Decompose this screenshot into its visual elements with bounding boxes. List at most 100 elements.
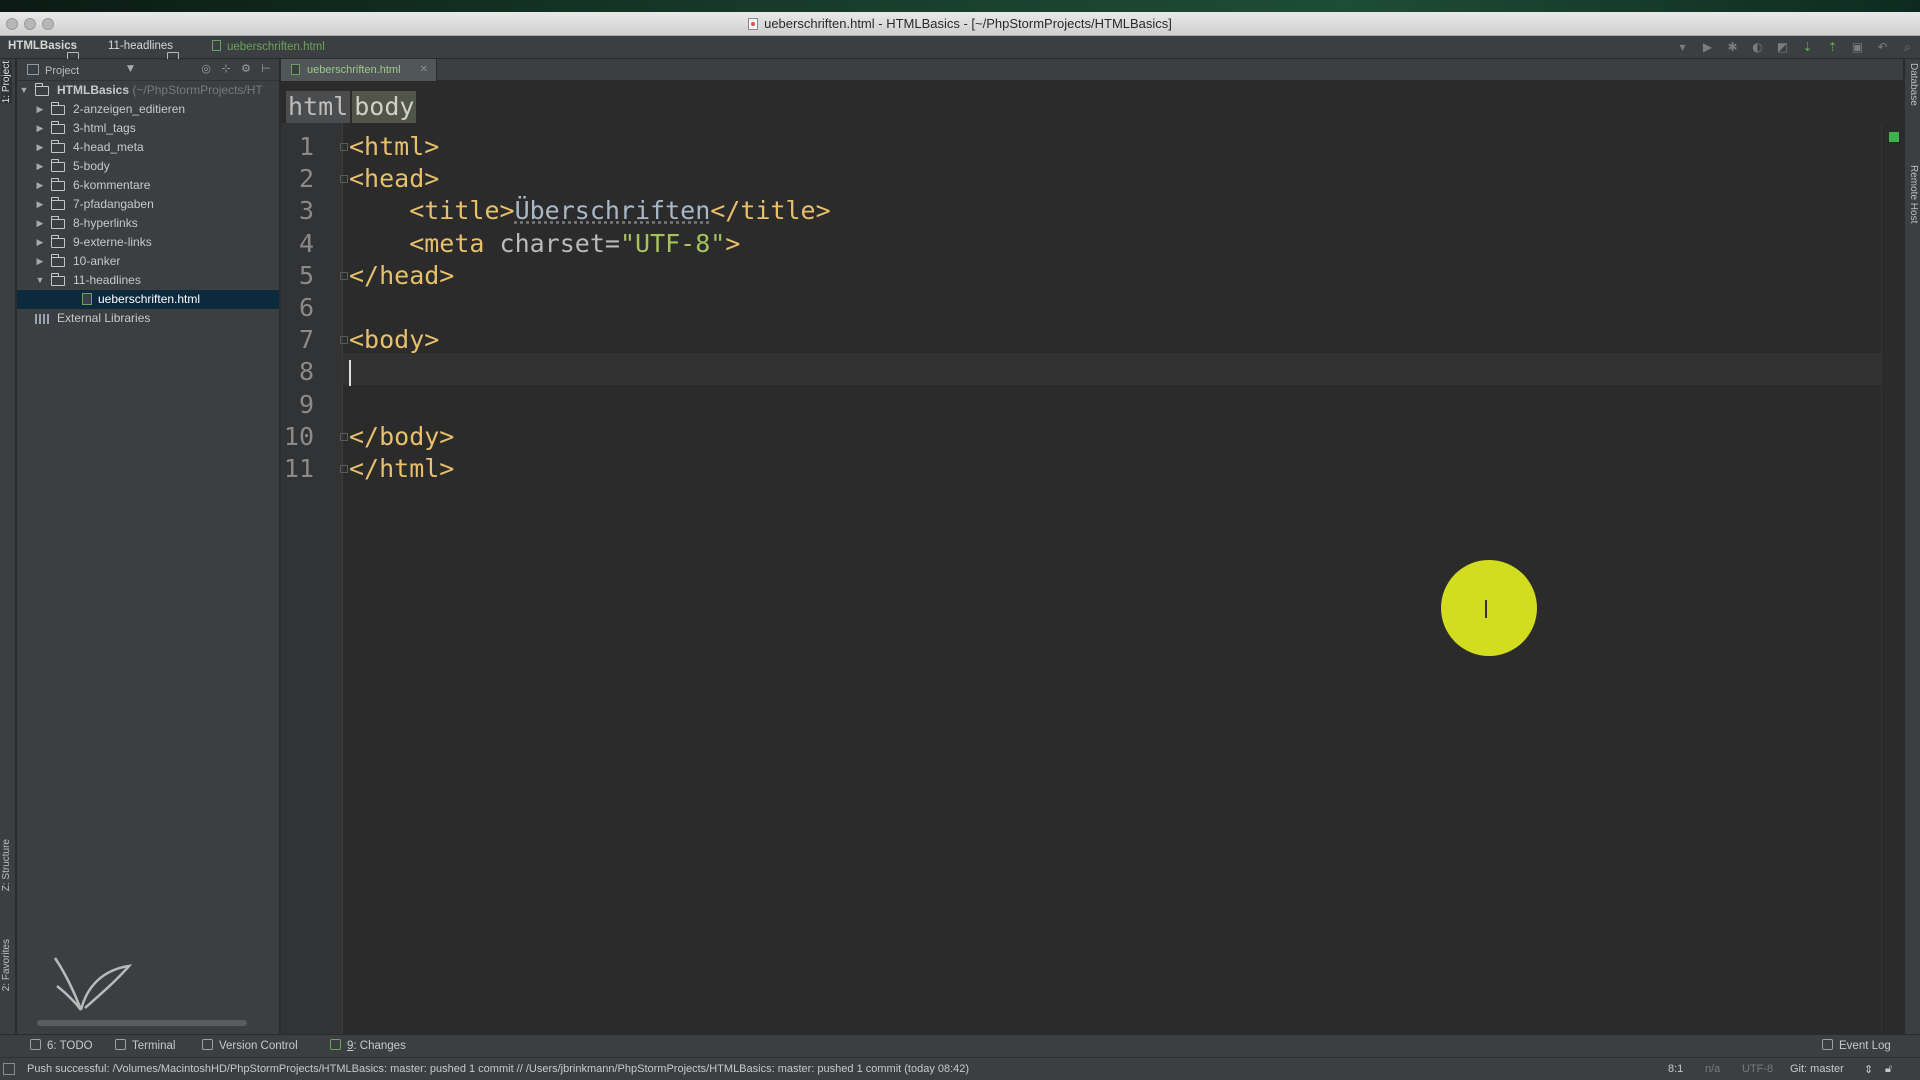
fold-marker-icon[interactable] [340, 143, 348, 151]
code-editor[interactable]: html body 1 <html> 2 <head> 3 <title>Übersch… [281, 82, 1903, 1034]
vcs-history-icon[interactable]: ▣ [1849, 39, 1866, 56]
structure-tool-button[interactable]: Z: Structure [1, 839, 12, 891]
tree-folder-expanded[interactable]: ▼ 11-headlines [17, 271, 279, 290]
branch-switch-icon[interactable]: ⇕ [1864, 1063, 1873, 1076]
tool-windows-toggle-icon[interactable] [3, 1063, 15, 1075]
folder-icon [50, 102, 65, 115]
tree-folder[interactable]: ▶ 5-body [17, 157, 279, 176]
collapsed-arrow-icon[interactable]: ▶ [35, 100, 45, 119]
editor-tab[interactable]: ueberschriften.html ✕ [281, 59, 437, 81]
nav-crumb-project[interactable]: HTMLBasics [8, 40, 79, 61]
chevron-down-icon[interactable]: ▼ [127, 64, 134, 74]
debug-icon[interactable]: ✱ [1724, 39, 1741, 56]
tree-external-libraries[interactable]: External Libraries [17, 309, 279, 328]
project-view-selector[interactable]: Project [27, 64, 79, 77]
code-line[interactable]: 5 </head> [281, 260, 1881, 292]
collapsed-arrow-icon[interactable]: ▶ [35, 195, 45, 214]
tree-file-label: ueberschriften.html [98, 292, 201, 306]
scroll-from-source-icon[interactable]: ◎ [199, 62, 213, 76]
project-tool-button[interactable]: 1: Project [1, 61, 12, 104]
run-config-dropdown-icon[interactable]: ▾ [1674, 39, 1691, 56]
fold-marker-icon[interactable] [340, 175, 348, 184]
code-line[interactable]: 3 <title>Überschriften</title> [281, 195, 1881, 227]
no-errors-indicator[interactable] [1889, 132, 1899, 142]
folder-icon [50, 121, 65, 134]
expanded-arrow-icon[interactable]: ▼ [35, 271, 45, 290]
fold-marker-icon[interactable] [340, 271, 348, 280]
breadcrumb-body[interactable]: body [352, 91, 417, 123]
tree-folder-label: 10-anker [73, 254, 121, 268]
status-message[interactable]: Push successful: /Volumes/MacintoshHD/Ph… [27, 1063, 969, 1075]
code-line[interactable]: 2 <head> [281, 163, 1881, 195]
line-number: 3 [298, 196, 314, 226]
tree-folder[interactable]: ▶ 3-html_tags [17, 119, 279, 138]
folder-icon [50, 159, 65, 172]
code-line[interactable]: 8 [281, 356, 1881, 388]
todo-tool-button[interactable]: 6: TODO [30, 1039, 93, 1052]
version-control-tool-button[interactable]: Version Control [202, 1039, 298, 1052]
tree-folder[interactable]: ▶ 8-hyperlinks [17, 214, 279, 233]
tree-root[interactable]: ▼ HTMLBasics (~/PhpStormProjects/HT [17, 81, 279, 100]
tree-folder[interactable]: ▶ 2-anzeigen_editieren [17, 100, 279, 119]
fold-marker-icon[interactable] [340, 465, 348, 473]
hide-panel-icon[interactable]: ⊢ [259, 62, 273, 76]
lock-icon[interactable]: 🔓︎ [1885, 1063, 1892, 1076]
nav-crumb-project-label: HTMLBasics [8, 40, 78, 52]
run-icon[interactable]: ▶ [1699, 39, 1716, 56]
code-line[interactable]: 1 <html> [281, 131, 1881, 163]
tree-file-selected[interactable]: ueberschriften.html [17, 290, 279, 309]
left-tool-strip: 1: Project Z: Structure 2: Favorites [0, 59, 16, 1034]
event-log-button[interactable]: Event Log [1822, 1039, 1891, 1052]
collapsed-arrow-icon[interactable]: ▶ [35, 176, 45, 195]
collapse-all-icon[interactable]: ⊹ [219, 62, 233, 76]
fold-marker-icon[interactable] [340, 432, 348, 441]
favorites-tool-button[interactable]: 2: Favorites [1, 939, 12, 991]
collapsed-arrow-icon[interactable]: ▶ [35, 233, 45, 252]
vcs-revert-icon[interactable]: ↶ [1874, 39, 1891, 56]
terminal-tool-button[interactable]: Terminal [115, 1039, 175, 1052]
nav-crumb-folder[interactable]: 11-headlines [108, 40, 179, 61]
tree-folder[interactable]: ▶ 6-kommentare [17, 176, 279, 195]
collapsed-arrow-icon[interactable]: ▶ [35, 119, 45, 138]
tree-folder[interactable]: ▶ 9-externe-links [17, 233, 279, 252]
breadcrumb-html[interactable]: html [286, 91, 351, 123]
project-scrollbar[interactable] [37, 1020, 247, 1026]
vcs-update-icon[interactable]: ⇣ [1799, 39, 1816, 56]
php-icon[interactable]: ◩ [1774, 39, 1791, 56]
code-text: <html> [349, 131, 439, 163]
database-tool-button[interactable]: Database [1908, 63, 1919, 106]
close-tab-icon[interactable]: ✕ [420, 59, 428, 81]
tree-folder[interactable]: ▶ 10-anker [17, 252, 279, 271]
changes-tool-button[interactable]: 9: Changes [330, 1039, 406, 1052]
project-panel-header: Project ▼ ◎ ⊹ ⚙ ⊢ [17, 59, 279, 81]
tree-folder-label: 8-hyperlinks [73, 216, 138, 230]
line-number: 7 [298, 325, 314, 355]
search-icon[interactable]: ⌕ [1899, 39, 1916, 56]
tree-root-label: HTMLBasics [57, 83, 130, 97]
code-line[interactable]: 10 </body> [281, 421, 1881, 453]
nav-crumb-file[interactable]: ueberschriften.html [212, 40, 325, 53]
tree-folder[interactable]: ▶ 7-pfadangaben [17, 195, 279, 214]
collapsed-arrow-icon[interactable]: ▶ [35, 214, 45, 233]
remote-host-tool-button[interactable]: Remote Host [1908, 165, 1919, 223]
line-separator-indicator[interactable]: n/a [1705, 1063, 1720, 1075]
coverage-icon[interactable]: ◐ [1749, 39, 1766, 56]
gear-icon[interactable]: ⚙ [239, 62, 253, 76]
collapsed-arrow-icon[interactable]: ▶ [35, 138, 45, 157]
code-line[interactable]: 4 <meta charset="UTF-8"> [281, 228, 1881, 260]
code-line[interactable]: 7 <body> [281, 324, 1881, 356]
code-line[interactable]: 11 </html> [281, 453, 1881, 485]
code-line[interactable]: 9 [281, 389, 1881, 421]
caret-position[interactable]: 8:1 [1668, 1063, 1683, 1075]
file-encoding[interactable]: UTF-8 [1742, 1063, 1773, 1075]
code-line[interactable]: 6 [281, 292, 1881, 324]
fold-marker-icon[interactable] [340, 336, 348, 345]
collapsed-arrow-icon[interactable]: ▶ [35, 157, 45, 176]
code-token: </title> [710, 196, 831, 226]
collapsed-arrow-icon[interactable]: ▶ [35, 252, 45, 271]
todo-label: 6: TODO [47, 1040, 93, 1052]
expanded-arrow-icon[interactable]: ▼ [19, 81, 29, 100]
vcs-commit-icon[interactable]: ⇡ [1824, 39, 1841, 56]
tree-folder[interactable]: ▶ 4-head_meta [17, 138, 279, 157]
git-branch[interactable]: Git: master [1790, 1063, 1844, 1075]
